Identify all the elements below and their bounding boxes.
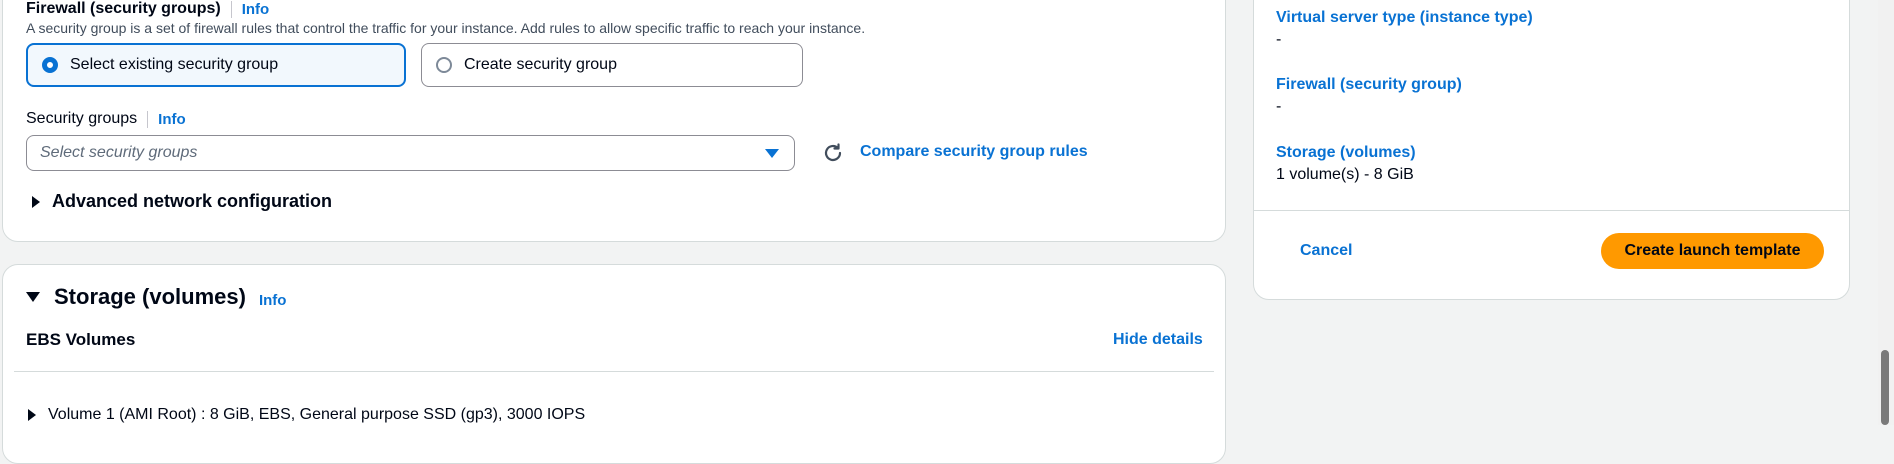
create-sg-tile[interactable]: Create security group <box>421 43 803 87</box>
refresh-button[interactable] <box>821 141 845 165</box>
summary-firewall-value: - <box>1276 98 1282 115</box>
radio-unselected-icon[interactable] <box>436 57 452 73</box>
firewall-header: Firewall (security groups) Info <box>26 0 269 18</box>
create-sg-label: Create security group <box>464 56 617 73</box>
cancel-button[interactable]: Cancel <box>1300 242 1352 260</box>
scrollbar-track[interactable] <box>1878 0 1894 425</box>
storage-title: Storage (volumes) <box>54 284 246 309</box>
summary-storage-value: 1 volume(s) - 8 GiB <box>1276 166 1414 183</box>
hide-details-link[interactable]: Hide details <box>1113 331 1203 349</box>
radio-selected-icon[interactable] <box>42 57 58 73</box>
firewall-description: A security group is a set of firewall ru… <box>26 20 866 36</box>
storage-header[interactable]: Storage (volumes) Info <box>26 284 286 310</box>
advanced-network-toggle[interactable]: Advanced network configuration <box>32 191 332 212</box>
select-existing-sg-label: Select existing security group <box>70 56 279 73</box>
refresh-icon <box>824 143 842 162</box>
caret-down-icon <box>26 292 40 302</box>
create-launch-template-button[interactable]: Create launch template <box>1601 233 1824 269</box>
caret-right-icon <box>28 409 36 421</box>
select-existing-sg-tile[interactable]: Select existing security group <box>26 43 406 87</box>
caret-right-icon <box>32 195 40 208</box>
firewall-info-link[interactable]: Info <box>242 1 270 18</box>
security-groups-header: Security groups Info <box>26 110 186 128</box>
storage-info-link[interactable]: Info <box>259 292 287 309</box>
chevron-down-icon <box>765 149 779 158</box>
divider <box>1253 210 1850 211</box>
summary-firewall-label: Firewall (security group) <box>1276 76 1462 93</box>
security-groups-info-link[interactable]: Info <box>158 111 186 128</box>
volume-1-label: Volume 1 (AMI Root) : 8 GiB, EBS, Genera… <box>48 406 586 423</box>
scrollbar-thumb[interactable] <box>1881 350 1889 425</box>
security-groups-placeholder: Select security groups <box>40 144 198 161</box>
summary-storage-label: Storage (volumes) <box>1276 144 1416 161</box>
security-groups-select[interactable]: Select security groups <box>26 135 795 171</box>
divider <box>230 0 232 18</box>
security-groups-label: Security groups <box>26 110 138 127</box>
ebs-volumes-title: EBS Volumes <box>26 330 136 349</box>
divider <box>147 110 149 128</box>
firewall-title: Firewall (security groups) <box>26 0 221 17</box>
compare-sg-rules-link[interactable]: Compare security group rules <box>860 143 1088 161</box>
advanced-network-label: Advanced network configuration <box>52 191 333 211</box>
summary-instance-type-label: Virtual server type (instance type) <box>1276 9 1533 26</box>
volume-1-toggle[interactable]: Volume 1 (AMI Root) : 8 GiB, EBS, Genera… <box>28 406 585 424</box>
divider <box>14 371 1214 372</box>
summary-instance-type-value: - <box>1276 31 1282 48</box>
